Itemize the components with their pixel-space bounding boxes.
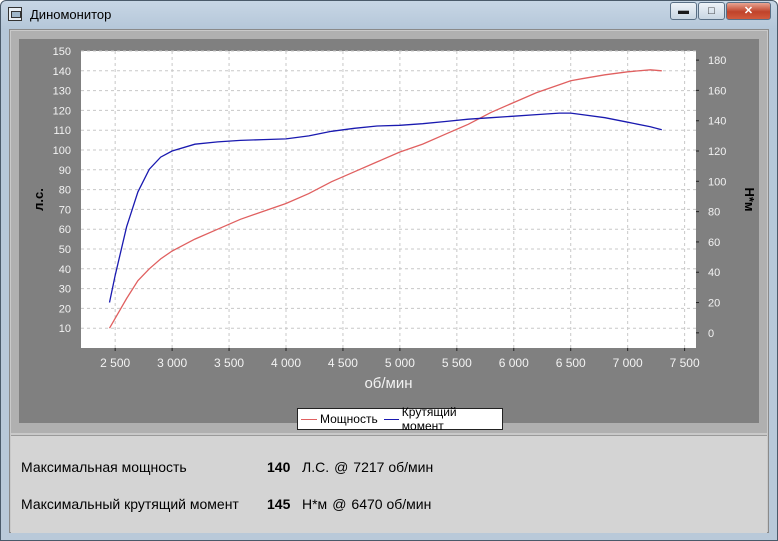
max-torque-at: @: [332, 496, 347, 512]
y-right-tick-label: 100: [708, 176, 726, 188]
y-left-tick-label: 40: [59, 264, 71, 276]
x-tick-label: 2 500: [100, 356, 130, 370]
x-tick-label: 3 500: [214, 356, 244, 370]
y-right-tick-label: 180: [708, 55, 726, 67]
legend-swatch-power: [301, 418, 317, 420]
dyno-chart: 2 500 3 000 3 500 4 000 4 500 5 000 5 500 6 000…: [31, 46, 757, 392]
max-power-detail: Л.С. @7217 об/мин: [302, 459, 433, 475]
x-tick-label: 7 000: [613, 356, 643, 370]
y-right-tick-label: 120: [708, 146, 726, 158]
chart-panel: 2 500 3 000 3 500 4 000 4 500 5 000 5 500 6 000…: [11, 31, 767, 433]
y-left-tick-label: 120: [53, 105, 71, 117]
legend-item-power: Мощность: [301, 412, 378, 426]
y-right-tick-label: 60: [708, 237, 720, 249]
x-tick-label: 6 000: [499, 356, 529, 370]
chart-legend: Мощность Крутящий момент: [297, 405, 503, 433]
legend-item-torque: Крутящий момент: [383, 405, 496, 433]
window-controls: ▬ □ ✕: [669, 2, 771, 20]
x-tick-label: 6 500: [556, 356, 586, 370]
title-bar[interactable]: Диномонитор ▬ □ ✕: [1, 1, 777, 29]
y-left-axis-title: л.с.: [31, 188, 46, 211]
x-axis-title: об/мин: [364, 375, 412, 392]
close-button[interactable]: ✕: [726, 2, 771, 20]
max-torque-unit: Н*м: [302, 496, 328, 512]
y-left-tick-label: 60: [59, 224, 71, 236]
x-tick-label: 5 000: [385, 356, 415, 370]
y-left-tick-label: 100: [53, 145, 71, 157]
y-left-tick-label: 140: [53, 66, 71, 78]
legend-label-torque: Крутящий момент: [401, 405, 457, 433]
legend-label-power: Мощность: [320, 412, 378, 426]
x-tick-label: 4 000: [271, 356, 301, 370]
plot-area: [81, 51, 696, 348]
max-power-value: 140: [267, 459, 291, 475]
y-left-tick-label: 20: [59, 303, 71, 315]
app-window: Диномонитор ▬ □ ✕ 2 500 3 000 3 500 4 000 4 …: [0, 0, 778, 541]
max-torque-label: Максимальный крутящий момент: [21, 496, 239, 512]
x-tick-label: 7 500: [670, 356, 700, 370]
window-title: Диномонитор: [30, 7, 112, 22]
max-torque-detail: Н*м @6470 об/мин: [302, 496, 431, 512]
maximize-button[interactable]: □: [698, 2, 725, 20]
minimize-button[interactable]: ▬: [670, 2, 697, 20]
y-left-tick-label: 70: [59, 204, 71, 216]
y-right-tick-label: 40: [708, 267, 720, 279]
max-power-rpm: 7217 об/мин: [353, 459, 434, 475]
y-left-tick-label: 50: [59, 244, 71, 256]
y-left-tick-label: 130: [53, 86, 71, 98]
summary-panel: Максимальная мощность 140 Л.С. @7217 об/м…: [11, 435, 767, 533]
y-right-tick-label: 160: [708, 85, 726, 97]
x-tick-label: 4 500: [328, 356, 358, 370]
chart-area: 2 500 3 000 3 500 4 000 4 500 5 000 5 500 6 000…: [19, 39, 759, 433]
y-left-tick-label: 110: [53, 125, 71, 137]
y-left-tick-label: 150: [53, 46, 71, 58]
y-right-tick-label: 140: [708, 116, 726, 128]
max-power-label: Максимальная мощность: [21, 459, 187, 475]
client-area: 2 500 3 000 3 500 4 000 4 500 5 000 5 500 6 000…: [9, 29, 769, 533]
max-power-unit: Л.С.: [302, 459, 330, 475]
app-icon: [8, 7, 22, 21]
y-left-tick-label: 10: [59, 323, 71, 335]
y-left-tick-label: 80: [59, 185, 71, 197]
y-right-tick-label: 80: [708, 207, 720, 219]
y-right-axis-title: Н*м: [742, 187, 757, 211]
max-power-at: @: [334, 459, 349, 475]
y-left-tick-label: 90: [59, 165, 71, 177]
max-torque-value: 145: [267, 496, 291, 512]
legend-swatch-torque: [383, 418, 399, 420]
x-tick-label: 5 500: [442, 356, 472, 370]
max-torque-rpm: 6470 об/мин: [351, 496, 432, 512]
y-right-tick-label: 0: [708, 328, 714, 340]
y-right-tick-label: 20: [708, 298, 720, 310]
x-tick-label: 3 000: [157, 356, 187, 370]
y-left-tick-label: 30: [59, 284, 71, 296]
